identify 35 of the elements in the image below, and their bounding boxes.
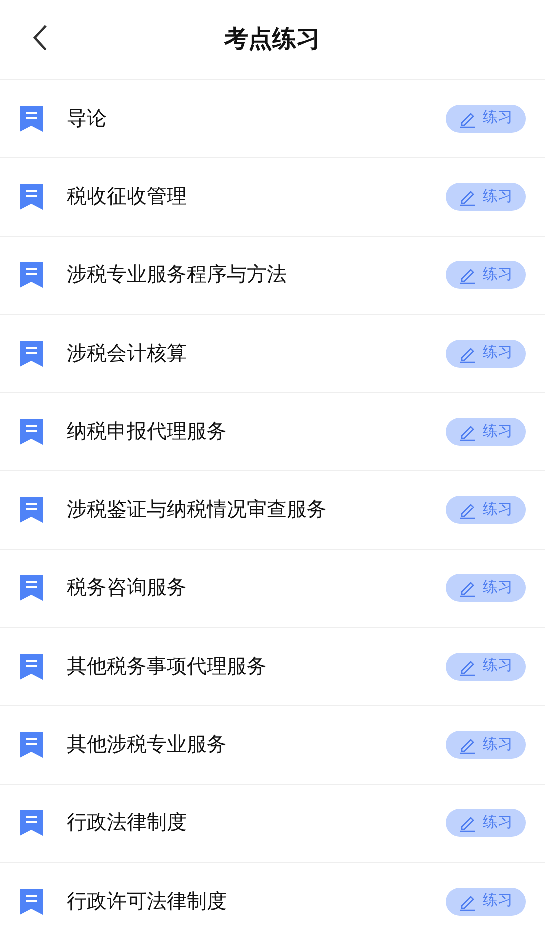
practice-button[interactable]: 练习 bbox=[446, 418, 526, 446]
bookmark-icon bbox=[20, 106, 43, 132]
topic-title: 税务咨询服务 bbox=[67, 576, 188, 602]
practice-button[interactable]: 练习 bbox=[446, 809, 526, 838]
bookmark-icon bbox=[20, 262, 43, 288]
bookmark-icon bbox=[20, 810, 43, 836]
practice-button[interactable]: 练习 bbox=[446, 652, 526, 681]
bookmark-icon bbox=[20, 184, 43, 210]
topic-title: 涉税会计核算 bbox=[67, 342, 188, 367]
topic-title: 涉税鉴证与纳税情况审查服务 bbox=[67, 498, 328, 524]
topic-title: 行政法律制度 bbox=[67, 811, 188, 836]
practice-button[interactable]: 练习 bbox=[446, 261, 526, 290]
back-icon bbox=[32, 24, 48, 52]
bookmark-icon bbox=[20, 497, 43, 524]
practice-button[interactable]: 练习 bbox=[446, 340, 526, 368]
bookmark-icon bbox=[20, 888, 43, 915]
practice-button[interactable]: 练习 bbox=[446, 104, 526, 133]
practice-button[interactable]: 练习 bbox=[446, 496, 526, 524]
practice-button[interactable]: 练习 bbox=[446, 182, 526, 211]
bookmark-icon bbox=[20, 654, 43, 680]
page-title: 考点练习 bbox=[224, 24, 320, 54]
bookmark-icon bbox=[20, 418, 43, 445]
practice-button[interactable]: 练习 bbox=[446, 731, 526, 760]
bookmark-icon bbox=[20, 732, 43, 758]
topic-title: 其他税务事项代理服务 bbox=[67, 654, 268, 680]
bookmark-icon bbox=[20, 340, 43, 367]
topic-title: 税收征收管理 bbox=[67, 184, 188, 210]
practice-button[interactable]: 练习 bbox=[446, 574, 526, 602]
topic-title: 行政许可法律制度 bbox=[67, 890, 228, 915]
topic-title: 涉税专业服务程序与方法 bbox=[67, 263, 288, 288]
topic-title: 导论 bbox=[67, 106, 108, 132]
practice-button[interactable]: 练习 bbox=[446, 888, 526, 916]
topic-title: 其他涉税专业服务 bbox=[67, 733, 228, 758]
topic-title: 纳税申报代理服务 bbox=[67, 420, 228, 445]
bookmark-icon bbox=[20, 575, 43, 602]
